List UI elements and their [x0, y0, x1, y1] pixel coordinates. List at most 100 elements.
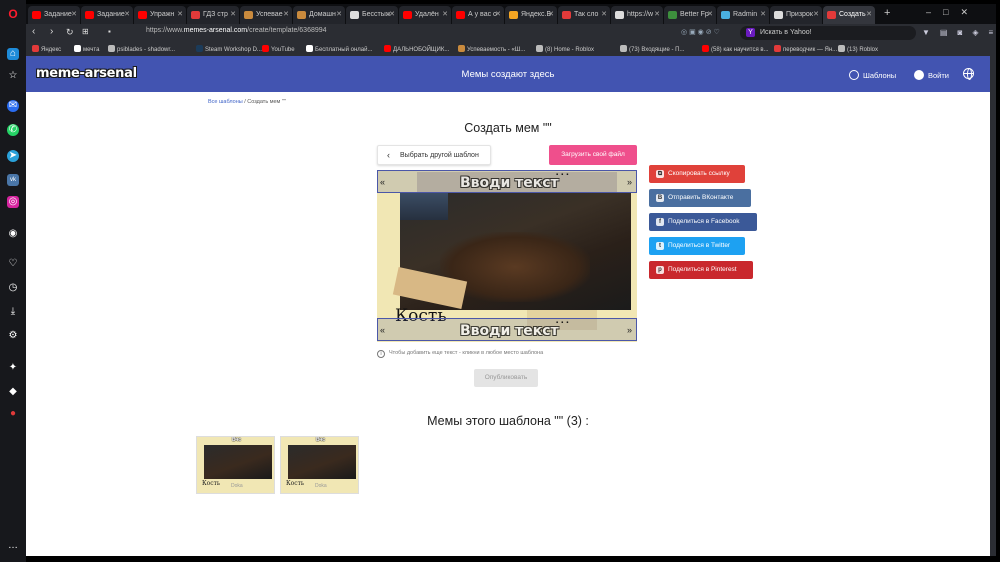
browser-tab[interactable]: Упражн ✕: [134, 6, 186, 24]
grid-icon[interactable]: ⊞: [82, 27, 89, 36]
more-icon[interactable]: …: [7, 540, 19, 552]
bookmark-item[interactable]: (73) Входящие - П...: [620, 45, 684, 53]
browser-tab[interactable]: Так сло ✕: [558, 6, 610, 24]
tab-close-icon[interactable]: ✕: [654, 10, 660, 18]
tab-close-icon[interactable]: ✕: [548, 10, 554, 18]
bookmark-item[interactable]: мечта: [74, 45, 99, 53]
extension-icon[interactable]: ●: [7, 408, 19, 420]
tab-close-icon[interactable]: ✕: [495, 10, 501, 18]
bottom-text-box[interactable]: « Вводи текст ▪▪▪ »: [377, 318, 637, 341]
bookmark-item[interactable]: Steam Workshop D...: [196, 45, 262, 53]
bookmark-item[interactable]: Бесплатный онлай...: [306, 45, 372, 53]
tab-close-icon[interactable]: ✕: [813, 10, 819, 18]
speed-dial-icon[interactable]: ☆: [7, 70, 19, 82]
browser-tab[interactable]: Better Fp ✕: [664, 6, 716, 24]
browser-tab[interactable]: Radmin ✕: [717, 6, 769, 24]
browser-tab[interactable]: Удалён ✕: [399, 6, 451, 24]
bookmark-item[interactable]: YouTube: [262, 45, 295, 53]
text-controls-icon[interactable]: ▪▪▪: [556, 320, 571, 326]
tab-close-icon[interactable]: ✕: [601, 10, 607, 18]
tab-close-icon[interactable]: ✕: [707, 10, 713, 18]
history-icon[interactable]: ◷: [7, 282, 19, 294]
tab-close-icon[interactable]: ✕: [71, 10, 77, 18]
close-window-icon[interactable]: ✕: [960, 7, 980, 17]
upload-file-button[interactable]: Загрузить свой файл: [549, 145, 637, 165]
tab-close-icon[interactable]: ✕: [760, 10, 766, 18]
move-right-icon[interactable]: »: [627, 325, 632, 335]
back-icon[interactable]: ‹: [32, 26, 35, 37]
browser-tab[interactable]: https://w ✕: [611, 6, 663, 24]
bookmark-item[interactable]: (58) как научится в...: [702, 45, 769, 53]
breadcrumb-all-templates[interactable]: Все шаблоны: [208, 99, 243, 105]
camera-tool-icon[interactable]: ◙: [957, 28, 972, 37]
nav-login[interactable]: Войти: [914, 70, 949, 80]
telegram-icon[interactable]: ➤: [7, 150, 19, 162]
forward-icon[interactable]: ›: [50, 26, 53, 37]
heart-icon[interactable]: ♡: [7, 258, 19, 270]
browser-tab[interactable]: Бесстыж ✕: [346, 6, 398, 24]
tab-close-icon[interactable]: ✕: [389, 10, 395, 18]
share-button-vk[interactable]: B Отправить ВКонтакте: [649, 189, 751, 207]
home-icon[interactable]: ⌂: [7, 48, 19, 60]
snapshot-icon[interactable]: ◉: [698, 29, 704, 36]
bookmark-item[interactable]: Успеваемость - «Ш...: [458, 45, 525, 53]
bookmark-item[interactable]: Яндекс: [32, 45, 61, 53]
page-scrollbar[interactable]: [990, 56, 996, 556]
move-right-icon[interactable]: »: [627, 177, 632, 187]
shield-icon[interactable]: ◆: [7, 386, 19, 398]
wallet-icon[interactable]: ▤: [940, 28, 958, 37]
settings-icon[interactable]: ⚙: [7, 330, 19, 342]
share-button-copy[interactable]: ⧉ Скопировать ссылку: [649, 165, 745, 183]
text-controls-icon[interactable]: ▪▪▪: [556, 172, 571, 178]
nav-templates[interactable]: Шаблоны: [849, 70, 896, 80]
browser-tab[interactable]: Задание ✕: [28, 6, 80, 24]
bookmark-item[interactable]: (13) Roblox: [838, 45, 878, 53]
bookmark-item[interactable]: (8) Home - Roblox: [536, 45, 594, 53]
tab-close-icon[interactable]: ✕: [124, 10, 130, 18]
maximize-icon[interactable]: □: [943, 7, 960, 17]
tab-close-icon[interactable]: ✕: [283, 10, 289, 18]
browser-tab[interactable]: Задание ✕: [81, 6, 133, 24]
meme-canvas[interactable]: Кость « Вводи текст ▪▪▪ » « Вводи текст …: [377, 170, 637, 342]
messenger-icon[interactable]: ✉: [7, 100, 19, 112]
url-field[interactable]: https://www.memes-arsenal.com/create/tem…: [146, 27, 327, 34]
publish-button[interactable]: Опубликовать: [474, 369, 538, 387]
opera-logo-icon[interactable]: O: [7, 8, 19, 20]
search-input[interactable]: Y Искать в Yahoo!: [740, 26, 916, 40]
browser-tab[interactable]: А у вас о ✕: [452, 6, 504, 24]
share-button-facebook[interactable]: f Поделиться в Facebook: [649, 213, 757, 231]
bookmark-heart-icon[interactable]: ♡: [714, 29, 720, 36]
vk-icon[interactable]: vk: [7, 174, 19, 186]
bookmark-item[interactable]: psiblades - shadowr...: [108, 45, 175, 53]
meme-thumbnail[interactable]: Вчс Кость Doka: [280, 436, 359, 494]
instagram-icon[interactable]: ◎: [7, 196, 19, 208]
whatsapp-icon[interactable]: ✆: [7, 124, 19, 136]
cart-icon[interactable]: ▼: [922, 28, 940, 37]
browser-tab[interactable]: Призрок ✕: [770, 6, 822, 24]
minimize-icon[interactable]: –: [926, 7, 943, 17]
browser-tab[interactable]: Создать ✕: [823, 6, 875, 24]
browser-tab[interactable]: ГДЗ стр ✕: [187, 6, 239, 24]
browser-tab[interactable]: Домашн ✕: [293, 6, 345, 24]
camera-icon[interactable]: ▣: [689, 29, 696, 36]
meme-thumbnail[interactable]: Вчс Кость Doka: [196, 436, 275, 494]
tab-close-icon[interactable]: ✕: [866, 10, 872, 18]
easy-setup-icon[interactable]: ≡: [988, 28, 1000, 37]
reload-icon[interactable]: ↻: [66, 27, 74, 38]
choose-other-template-button[interactable]: ‹ Выбрать другой шаблон: [377, 145, 491, 165]
tab-close-icon[interactable]: ✕: [442, 10, 448, 18]
move-left-icon[interactable]: «: [380, 325, 385, 335]
downloads-icon[interactable]: ⤓: [7, 306, 19, 318]
share-button-twitter[interactable]: t Поделиться в Twitter: [649, 237, 745, 255]
tab-close-icon[interactable]: ✕: [230, 10, 236, 18]
top-text-box[interactable]: « Вводи текст ▪▪▪ »: [377, 170, 637, 193]
globe-icon[interactable]: [963, 68, 974, 80]
lightbulb-icon[interactable]: ✦: [7, 362, 19, 374]
move-left-icon[interactable]: «: [380, 177, 385, 187]
adblock-icon[interactable]: ⊘: [706, 29, 712, 36]
tab-close-icon[interactable]: ✕: [336, 10, 342, 18]
browser-tab[interactable]: Успевае ✕: [240, 6, 292, 24]
cube-icon[interactable]: ◈: [972, 28, 988, 37]
share-button-pinterest[interactable]: p Поделиться в Pinterest: [649, 261, 753, 279]
new-tab-button[interactable]: +: [884, 7, 890, 19]
